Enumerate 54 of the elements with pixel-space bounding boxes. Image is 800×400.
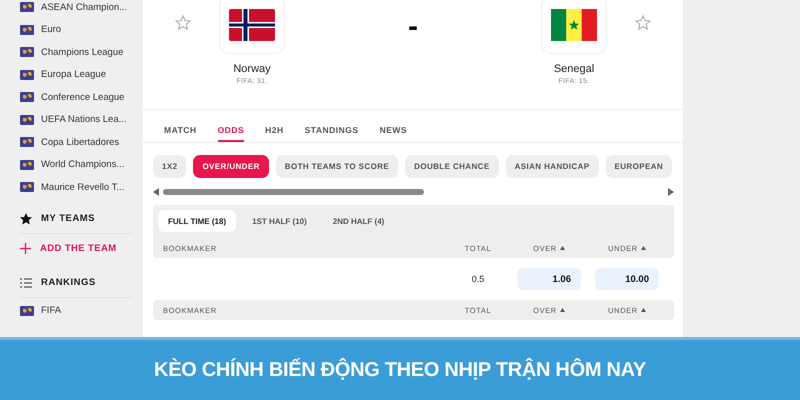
list-icon <box>20 278 32 288</box>
section-title: MY TEAMS <box>41 213 95 224</box>
competition-icon <box>20 92 34 102</box>
sidebar-item[interactable]: Maurice Revello T... <box>20 176 138 198</box>
scrollbar-thumb[interactable] <box>163 189 424 195</box>
sidebar-item[interactable]: Copa Libertadores <box>20 131 138 154</box>
favorite-star-icon[interactable] <box>175 15 191 31</box>
flag-icon <box>551 9 597 41</box>
market-chip[interactable]: DOUBLE CHANCE <box>405 155 499 178</box>
competition-icon <box>20 114 34 125</box>
competition-icon <box>20 137 34 148</box>
market-chip[interactable]: 1X2 <box>153 155 186 178</box>
odds-button[interactable]: 10.00 <box>595 268 659 290</box>
period-tab[interactable]: 1ST HALF (10) <box>242 210 317 232</box>
sidebar-item[interactable]: Champions League <box>20 41 138 64</box>
market-chip[interactable]: ASIAN HANDICAP <box>506 155 599 178</box>
banner-caption: KÈO CHÍNH BIẾN ĐỘNG THEO NHỊP TRẬN HÔM NAY <box>154 358 646 382</box>
market-chip[interactable]: BOTH TEAMS TO SCORE <box>276 155 398 178</box>
total-cell-text: 0.5 <box>470 274 486 284</box>
period-tab[interactable]: 2ND HALF (4) <box>322 210 394 232</box>
sidebar-item[interactable]: Euro <box>20 18 138 41</box>
flag-icon <box>229 9 275 41</box>
score: - <box>407 12 419 42</box>
sidebar-item[interactable]: World Champions... <box>20 154 138 176</box>
competition-icon <box>20 160 34 170</box>
tab[interactable]: H2H <box>265 110 284 142</box>
sidebar-item[interactable]: ASEAN Champion... <box>20 0 138 18</box>
plus-icon <box>20 243 31 254</box>
team-name: Senegal <box>554 63 594 75</box>
competition-icon <box>20 2 34 12</box>
tab[interactable]: NEWS <box>380 110 408 142</box>
competition-icon <box>20 182 34 192</box>
team-name: Norway <box>233 63 271 75</box>
section-title: RANKINGS <box>41 277 96 288</box>
period-tab[interactable]: FULL TIME (18) <box>158 210 236 232</box>
competition-icon <box>20 24 34 35</box>
odds-button[interactable]: 1.06 <box>517 268 581 290</box>
sidebar-item[interactable]: UEFA Nations Lea... <box>20 108 138 131</box>
sidebar-item[interactable]: Conference League <box>20 86 138 108</box>
scroll-left-icon[interactable] <box>153 188 159 196</box>
add-team-link[interactable]: ADD THE TEAM <box>20 234 138 264</box>
competition-icon <box>20 70 34 80</box>
tab[interactable]: MATCH <box>164 110 197 142</box>
market-chip[interactable]: EUROPEAN <box>606 155 672 178</box>
sidebar-item[interactable]: Europa League <box>20 64 138 86</box>
competition-icon <box>20 306 34 316</box>
scroll-right-icon[interactable] <box>668 188 674 196</box>
tab[interactable]: STANDINGS <box>304 110 359 142</box>
sidebar-item[interactable]: FIFA <box>20 300 138 322</box>
star-icon <box>20 212 32 224</box>
favorite-star-icon[interactable] <box>635 15 651 31</box>
tab[interactable]: ODDS <box>218 110 244 142</box>
competition-icon <box>20 47 34 58</box>
market-chip[interactable]: OVER/UNDER <box>193 155 269 178</box>
